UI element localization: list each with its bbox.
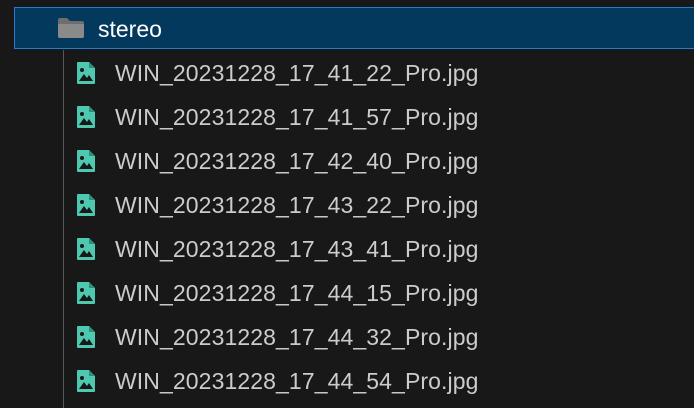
image-file-icon xyxy=(77,150,95,172)
file-row[interactable]: WIN_20231228_17_43_22_Pro.jpg xyxy=(0,184,694,228)
file-label: WIN_20231228_17_42_40_Pro.jpg xyxy=(115,148,479,174)
file-label: WIN_20231228_17_43_41_Pro.jpg xyxy=(115,236,479,262)
file-row[interactable]: WIN_20231228_17_41_57_Pro.jpg xyxy=(0,96,694,140)
folder-icon xyxy=(58,18,84,38)
file-row[interactable]: WIN_20231228_17_42_40_Pro.jpg xyxy=(0,140,694,184)
file-label: WIN_20231228_17_41_22_Pro.jpg xyxy=(115,60,479,86)
image-file-icon xyxy=(77,370,95,392)
image-file-icon xyxy=(77,62,95,84)
folder-label: stereo xyxy=(98,16,162,42)
image-file-icon xyxy=(77,106,95,128)
file-row[interactable]: WIN_20231228_17_41_22_Pro.jpg xyxy=(0,52,694,96)
image-file-icon xyxy=(77,194,95,216)
file-row[interactable]: WIN_20231228_17_44_32_Pro.jpg xyxy=(0,316,694,360)
folder-row-stereo[interactable]: stereo xyxy=(14,7,694,49)
file-row[interactable]: WIN_20231228_17_43_41_Pro.jpg xyxy=(0,228,694,272)
file-label: WIN_20231228_17_44_15_Pro.jpg xyxy=(115,280,479,306)
file-row[interactable]: WIN_20231228_17_44_54_Pro.jpg xyxy=(0,360,694,404)
file-explorer-tree: stereo WIN_20231228_17_41_22_Pro.jpg WIN_… xyxy=(0,0,694,408)
file-label: WIN_20231228_17_44_54_Pro.jpg xyxy=(115,368,479,394)
file-label: WIN_20231228_17_41_57_Pro.jpg xyxy=(115,104,479,130)
image-file-icon xyxy=(77,282,95,304)
file-label: WIN_20231228_17_44_32_Pro.jpg xyxy=(115,324,479,350)
file-label: WIN_20231228_17_43_22_Pro.jpg xyxy=(115,192,479,218)
image-file-icon xyxy=(77,326,95,348)
image-file-icon xyxy=(77,238,95,260)
file-row[interactable]: WIN_20231228_17_44_15_Pro.jpg xyxy=(0,272,694,316)
